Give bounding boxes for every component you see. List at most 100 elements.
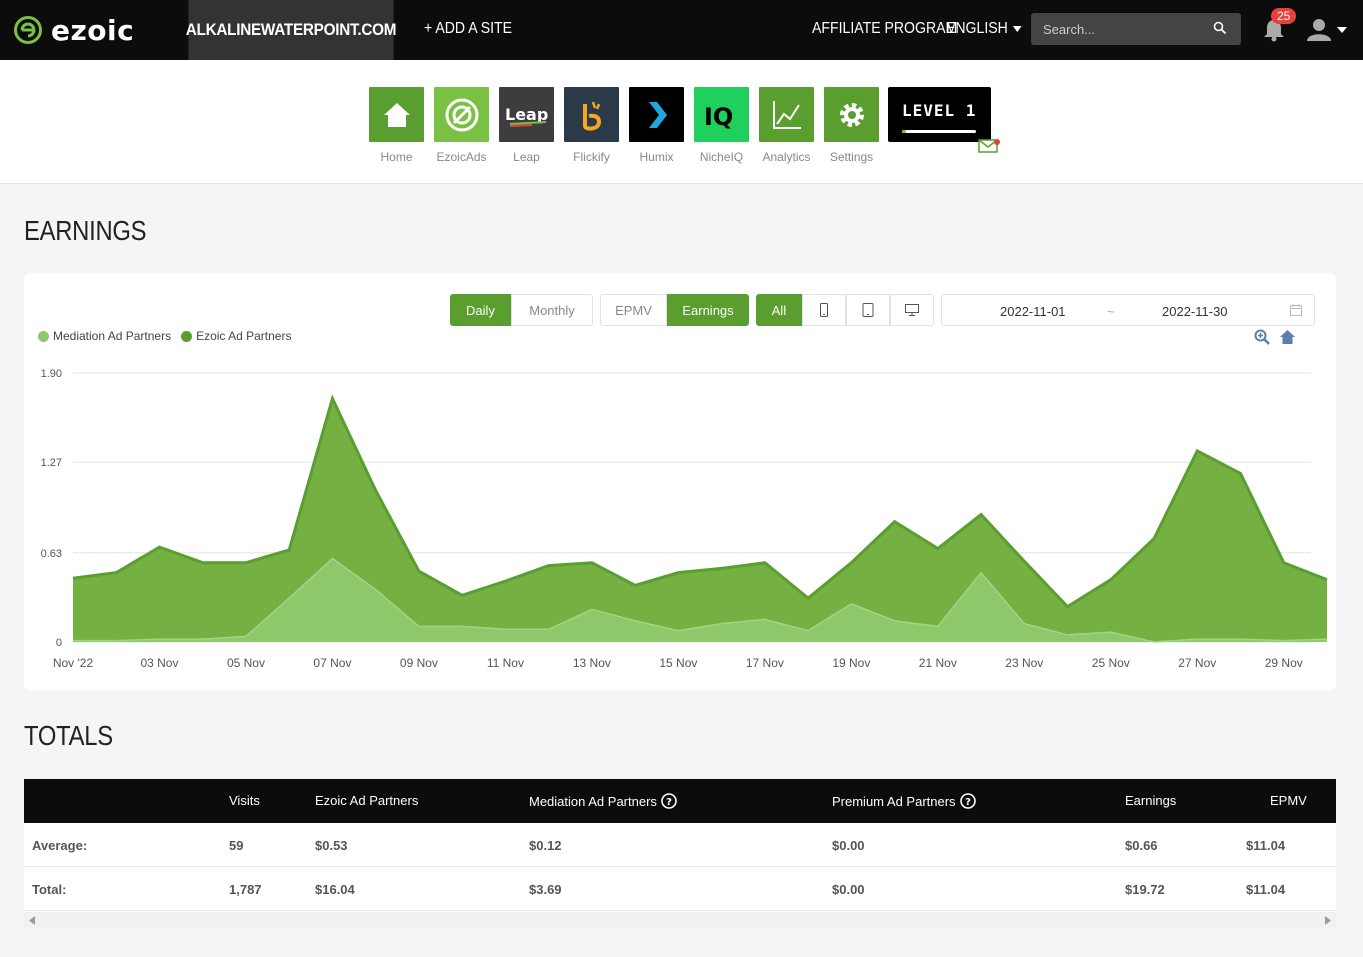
x-tick-label: 11 Nov xyxy=(487,656,524,670)
app-flickify[interactable]: Flickify xyxy=(564,87,619,164)
scroll-right-icon[interactable] xyxy=(1325,916,1331,925)
x-tick-label: 29 Nov xyxy=(1265,656,1303,670)
scroll-left-icon[interactable] xyxy=(29,916,35,925)
totals-title: TOTALS xyxy=(24,720,113,751)
chevron-down-icon[interactable] xyxy=(1337,27,1347,33)
legend-dot xyxy=(38,330,49,342)
earnings-area-chart: 0 0.63 1.27 1.90 Nov '22 03 Nov 05 Nov 07 Nov 09… xyxy=(41,368,1328,670)
totals-table: Visits Ezoic Ad Partners Mediation Ad Pa… xyxy=(24,779,1336,929)
app-label: Analytics xyxy=(762,150,811,164)
app-analytics[interactable]: Analytics xyxy=(759,87,814,164)
reset-zoom-home-icon[interactable] xyxy=(1279,329,1296,345)
table-row: Average: 59 $0.53 $0.12 $0.00 $0.66 $11.… xyxy=(24,823,1336,867)
daily-button[interactable]: Daily xyxy=(450,294,511,326)
search-icon[interactable] xyxy=(1213,21,1227,35)
device-all-button[interactable]: All xyxy=(756,294,802,326)
svg-text:Leap: Leap xyxy=(505,105,548,124)
ezoic-logo[interactable]: ezoic xyxy=(13,13,134,47)
x-tick-label: 27 Nov xyxy=(1178,656,1216,670)
user-avatar-icon[interactable] xyxy=(1307,17,1331,41)
y-tick-label: 1.27 xyxy=(41,457,62,469)
column-header-label: Ezoic Ad Partners xyxy=(315,793,419,808)
cell-ezoic: $16.04 xyxy=(315,882,355,897)
desktop-button[interactable] xyxy=(890,294,934,326)
help-icon[interactable]: ? xyxy=(959,793,976,809)
x-tick-label: Nov '22 xyxy=(53,656,94,670)
column-header: Earnings xyxy=(1125,793,1176,808)
epmv-button[interactable]: EPMV xyxy=(600,294,667,326)
ezoic-logo-icon xyxy=(14,16,42,44)
date-to[interactable]: 2022-11-30 xyxy=(1162,304,1228,319)
top-navbar: ezoic ALKALINEWATERPOINT.COM + ADD A SIT… xyxy=(0,0,1363,60)
legend-item-ezoic[interactable]: Ezoic Ad Partners xyxy=(181,329,291,343)
legend-label: Mediation Ad Partners xyxy=(53,329,172,343)
cell-epmv: $11.04 xyxy=(1246,882,1286,897)
app-label: Leap xyxy=(513,150,540,164)
nicheiq-icon: IQ xyxy=(694,87,749,142)
cell-visits: 59 xyxy=(229,838,244,853)
date-from[interactable]: 2022-11-01 xyxy=(1000,304,1066,319)
date-range-picker[interactable]: 2022-11-01 ~ 2022-11-30 xyxy=(941,294,1315,326)
cell-ezoic: $0.53 xyxy=(315,838,348,853)
calendar-icon[interactable] xyxy=(1290,304,1302,316)
svg-text:?: ? xyxy=(666,797,672,808)
horizontal-scrollbar[interactable] xyxy=(24,912,1336,929)
zoom-icon[interactable] xyxy=(1254,329,1270,345)
mail-unread-dot xyxy=(994,139,1000,145)
column-header-label: EPMV xyxy=(1270,793,1307,808)
humix-icon xyxy=(629,87,684,142)
app-label: Home xyxy=(380,150,413,164)
level-badge[interactable]: LEVEL 1 xyxy=(888,87,991,142)
app-ezoicads[interactable]: EzoicAds xyxy=(434,87,489,164)
chevron-down-icon xyxy=(1013,26,1022,32)
logo-text: ezoic xyxy=(51,13,135,47)
search-input[interactable] xyxy=(1031,13,1241,45)
settings-icon xyxy=(824,87,879,142)
tablet-button[interactable] xyxy=(846,294,890,326)
x-tick-label: 03 Nov xyxy=(140,656,178,670)
cell-mediation: $0.12 xyxy=(529,838,562,853)
x-tick-label: 23 Nov xyxy=(1005,656,1043,670)
cell-premium: $0.00 xyxy=(832,838,865,853)
home-icon xyxy=(369,87,424,142)
table-header: Visits Ezoic Ad Partners Mediation Ad Pa… xyxy=(24,779,1336,823)
app-launcher-bar: Home EzoicAds Leap Leap Flickify Humix I… xyxy=(0,60,1363,184)
column-header: EPMV xyxy=(1270,793,1307,808)
x-tick-label: 13 Nov xyxy=(573,656,611,670)
analytics-icon xyxy=(759,87,814,142)
x-tick-label: 25 Nov xyxy=(1092,656,1130,670)
desktop-icon xyxy=(905,304,919,316)
legend-item-mediation[interactable]: Mediation Ad Partners xyxy=(38,329,171,343)
x-tick-label: 05 Nov xyxy=(227,656,265,670)
column-header: Mediation Ad Partners ? xyxy=(529,793,677,809)
row-label: Total: xyxy=(32,882,67,897)
help-icon[interactable]: ? xyxy=(661,793,677,809)
earnings-button[interactable]: Earnings xyxy=(667,294,749,326)
app-leap[interactable]: Leap Leap xyxy=(499,87,554,164)
app-label: Settings xyxy=(829,150,874,164)
level-text: LEVEL 1 xyxy=(902,101,977,120)
app-settings[interactable]: Settings xyxy=(824,87,879,164)
cell-earnings: $0.66 xyxy=(1125,838,1158,853)
affiliate-program-link[interactable]: AFFILIATE PROGRAM xyxy=(812,20,957,38)
language-dropdown[interactable]: ENGLISH xyxy=(946,20,1022,38)
app-home[interactable]: Home xyxy=(369,87,424,164)
column-header-label: Premium Ad Partners xyxy=(832,793,956,809)
app-humix[interactable]: Humix xyxy=(629,87,684,164)
monthly-button[interactable]: Monthly xyxy=(511,294,593,326)
site-selector[interactable]: ALKALINEWATERPOINT.COM xyxy=(186,0,397,60)
add-site-link[interactable]: + ADD A SITE xyxy=(424,20,512,38)
y-tick-label: 1.90 xyxy=(41,368,62,380)
date-separator: ~ xyxy=(1107,304,1115,319)
x-tick-label: 09 Nov xyxy=(400,656,438,670)
column-header: Premium Ad Partners ? xyxy=(832,793,976,809)
tablet-icon xyxy=(862,303,874,317)
app-nicheiq[interactable]: IQ NicheIQ xyxy=(694,87,749,164)
svg-text:?: ? xyxy=(965,797,971,808)
app-label: Humix xyxy=(639,150,674,164)
app-label: EzoicAds xyxy=(436,150,487,164)
x-tick-label: 07 Nov xyxy=(313,656,351,670)
phone-button[interactable] xyxy=(802,294,846,326)
notification-badge: 25 xyxy=(1271,8,1297,24)
x-tick-label: 19 Nov xyxy=(832,656,870,670)
